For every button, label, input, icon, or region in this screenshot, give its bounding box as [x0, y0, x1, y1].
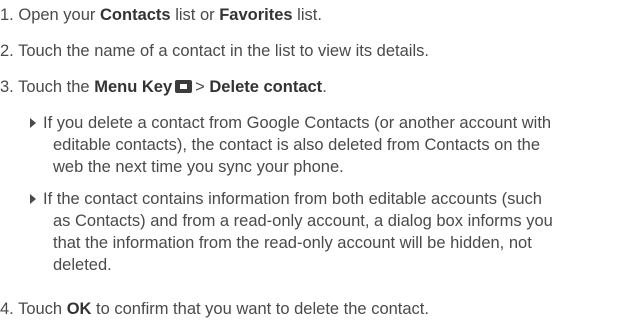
step-3: 3. Touch the Menu Key > Delete contact. [0, 76, 327, 98]
bullet-2-line-2: as Contacts) and from a read-only accoun… [53, 212, 553, 230]
bullet-2-line-1: If the contact contains information from… [43, 190, 542, 208]
step-1-text-e: list. [297, 6, 322, 24]
step-3-text-a: Touch the [18, 78, 90, 96]
step-1-number: 1. [0, 6, 14, 24]
step-4: 4. Touch OK to confirm that you want to … [0, 298, 429, 320]
bullet-2: If the contact contains information from… [30, 188, 630, 280]
step-1: 1. Open your Contacts list or Favorites … [0, 4, 322, 26]
step-3-text-e: . [322, 78, 327, 96]
bullet-triangle-icon [30, 194, 36, 204]
step-2: 2. Touch the name of a contact in the li… [0, 40, 429, 62]
step-1-text-a: Open your [18, 6, 96, 24]
bullet-2-line-4: deleted. [53, 256, 112, 274]
bullet-1-line-3: web the next time you sync your phone. [53, 158, 344, 176]
ok-term: OK [66, 300, 92, 318]
contacts-term: Contacts [100, 6, 171, 24]
bullet-triangle-icon [30, 118, 36, 128]
step-3-number: 3. [0, 78, 14, 96]
bullet-1: If you delete a contact from Google Cont… [30, 112, 630, 182]
step-2-number: 2. [0, 42, 14, 60]
step-3-separator: > [195, 78, 205, 96]
instruction-document: 1. Open your Contacts list or Favorites … [0, 0, 636, 330]
favorites-term: Favorites [219, 6, 293, 24]
menu-key-term: Menu Key [94, 78, 173, 96]
delete-contact-term: Delete contact [209, 78, 323, 96]
step-4-text-a: Touch [18, 300, 63, 318]
bullet-2-line-3: that the information from the read-only … [53, 234, 532, 252]
step-4-number: 4. [0, 300, 14, 318]
step-2-text: Touch the name of a contact in the list … [18, 42, 429, 60]
bullet-1-line-2: editable contacts), the contact is also … [53, 136, 541, 154]
bullet-1-line-1: If you delete a contact from Google Cont… [43, 114, 552, 132]
step-4-text-c: to confirm that you want to delete the c… [96, 300, 429, 318]
step-1-text-c: list or [175, 6, 215, 24]
menu-key-icon [175, 80, 193, 94]
